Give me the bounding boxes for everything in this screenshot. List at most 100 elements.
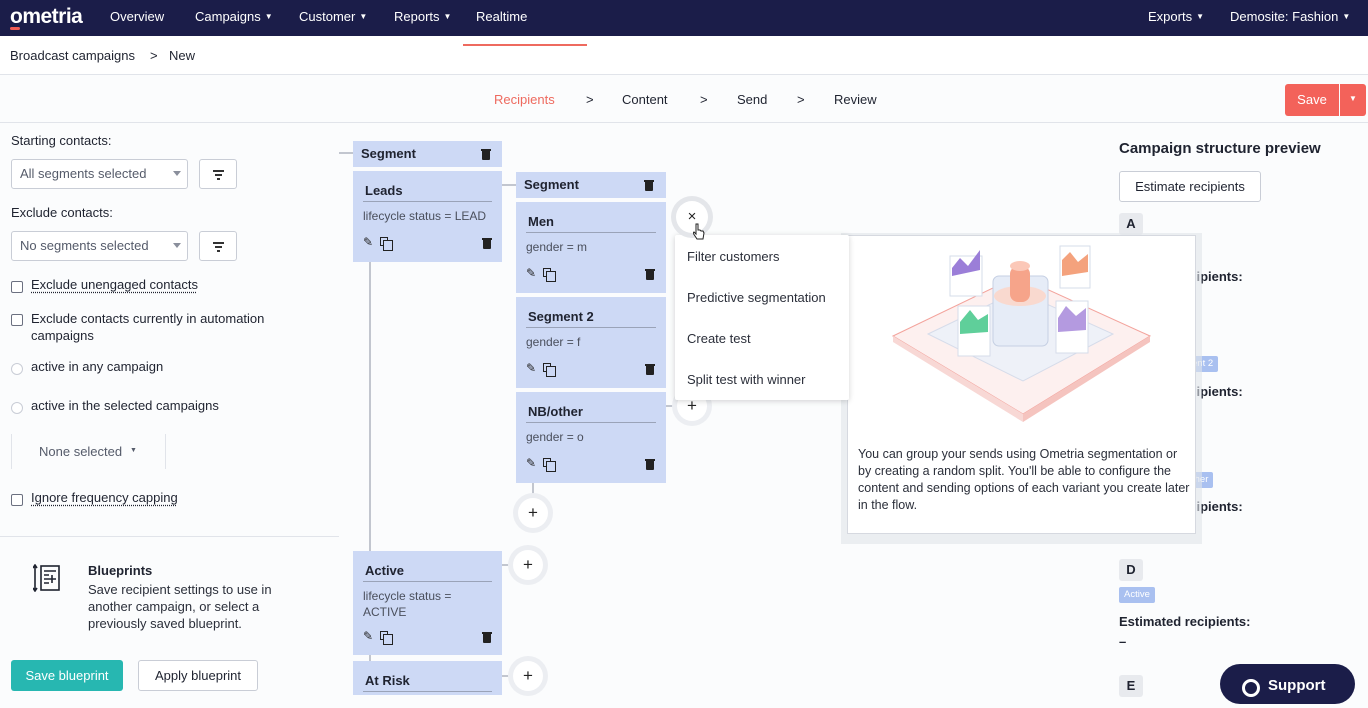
segment-group-header[interactable]: Segment bbox=[516, 172, 666, 198]
exclude-filter-button[interactable] bbox=[199, 231, 237, 261]
pencil-icon[interactable]: ✎ bbox=[526, 266, 536, 280]
step-review[interactable]: Review bbox=[834, 92, 877, 107]
segment-group-header[interactable]: Segment bbox=[353, 141, 502, 167]
trash-icon[interactable] bbox=[482, 632, 492, 643]
pointer-cursor-icon bbox=[692, 223, 705, 241]
nav-exports[interactable]: Exports ▼ bbox=[1148, 0, 1204, 36]
nav-reports-label: Reports bbox=[394, 9, 440, 24]
support-label: Support bbox=[1268, 677, 1326, 694]
trash-icon[interactable] bbox=[481, 149, 491, 160]
breadcrumb: Broadcast campaigns > New bbox=[0, 36, 1368, 75]
breadcrumb-current: New bbox=[169, 48, 196, 63]
starting-contacts-value: All segments selected bbox=[20, 166, 147, 181]
copy-icon[interactable] bbox=[380, 237, 393, 251]
segment-card-active[interactable]: Active lifecycle status = ACTIVE ✎ bbox=[353, 551, 502, 655]
campaign-structure-preview-title: Campaign structure preview bbox=[1119, 140, 1321, 157]
add-branch-button[interactable]: + bbox=[513, 661, 543, 691]
segment-name: At Risk bbox=[363, 661, 492, 692]
menu-item-split-test-with-winner[interactable]: Split test with winner bbox=[687, 372, 806, 387]
segment-name: Leads bbox=[363, 171, 492, 202]
active-any-radio[interactable] bbox=[11, 363, 23, 375]
caret-down-icon: ▼ bbox=[130, 447, 137, 454]
step-content[interactable]: Content bbox=[622, 92, 668, 107]
exclude-contacts-value: No segments selected bbox=[20, 238, 149, 253]
step-send[interactable]: Send bbox=[737, 92, 767, 107]
trash-icon[interactable] bbox=[645, 269, 655, 280]
menu-item-create-test[interactable]: Create test bbox=[687, 331, 751, 346]
variant-a-badge: A bbox=[1119, 213, 1143, 235]
exclude-automation-checkbox[interactable] bbox=[11, 314, 23, 326]
save-blueprint-button[interactable]: Save blueprint bbox=[11, 660, 123, 691]
pencil-icon[interactable]: ✎ bbox=[526, 456, 536, 470]
active-any-label[interactable]: active in any campaign bbox=[31, 359, 163, 374]
connector-line bbox=[502, 675, 513, 677]
copy-icon[interactable] bbox=[380, 631, 393, 645]
add-branch-menu: Filter customers Predictive segmentation… bbox=[675, 235, 849, 400]
ometria-logo[interactable]: ometria bbox=[10, 5, 83, 30]
step-recipients[interactable]: Recipients bbox=[494, 92, 555, 107]
add-branch-button[interactable]: + bbox=[518, 498, 548, 528]
apply-blueprint-button[interactable]: Apply blueprint bbox=[138, 660, 258, 691]
nav-overview[interactable]: Overview bbox=[110, 0, 164, 36]
nav-campaigns[interactable]: Campaigns ▼ bbox=[195, 0, 273, 36]
copy-icon[interactable] bbox=[543, 458, 556, 472]
nav-customer[interactable]: Customer ▼ bbox=[299, 0, 367, 36]
nav-realtime[interactable]: Realtime bbox=[476, 0, 527, 36]
trash-icon[interactable] bbox=[645, 459, 655, 470]
exclude-contacts-select[interactable]: No segments selected bbox=[11, 231, 188, 261]
ignore-frequency-checkbox[interactable] bbox=[11, 494, 23, 506]
copy-icon[interactable] bbox=[543, 363, 556, 377]
caret-down-icon: ▼ bbox=[443, 12, 452, 21]
nav-customer-label: Customer bbox=[299, 9, 356, 24]
trash-icon[interactable] bbox=[645, 364, 655, 375]
add-branch-button[interactable]: + bbox=[513, 550, 543, 580]
pencil-icon[interactable]: ✎ bbox=[363, 629, 373, 643]
segment-rule: gender = o bbox=[526, 430, 584, 444]
caret-down-icon: ▼ bbox=[1196, 12, 1204, 21]
nav-reports[interactable]: Reports ▼ bbox=[394, 0, 451, 36]
estimated-recipients-value: – bbox=[1119, 634, 1127, 649]
segmentation-illustration bbox=[888, 236, 1158, 436]
nav-demosite[interactable]: Demosite: Fashion ▼ bbox=[1230, 0, 1350, 36]
save-button[interactable]: Save bbox=[1285, 84, 1339, 116]
segment-card-leads[interactable]: Leads lifecycle status = LEAD ✎ bbox=[353, 171, 502, 262]
exclude-unengaged-checkbox[interactable] bbox=[11, 281, 23, 293]
segment-name: Segment 2 bbox=[526, 297, 656, 328]
starting-contacts-select[interactable]: All segments selected bbox=[11, 159, 188, 189]
segment-name: Active bbox=[363, 551, 492, 582]
menu-item-filter-customers[interactable]: Filter customers bbox=[687, 249, 779, 264]
pencil-icon[interactable]: ✎ bbox=[526, 361, 536, 375]
breadcrumb-separator: > bbox=[150, 48, 158, 63]
top-nav: ometria Overview Campaigns ▼ Customer ▼ Re… bbox=[0, 0, 1368, 36]
active-step-underline bbox=[463, 44, 587, 46]
active-selected-radio[interactable] bbox=[11, 402, 23, 414]
ignore-frequency-label[interactable]: Ignore frequency capping bbox=[31, 490, 178, 505]
segment-group-title: Segment bbox=[524, 177, 579, 192]
segment-rule: lifecycle status = ACTIVE bbox=[363, 589, 452, 619]
step-separator: > bbox=[700, 92, 708, 107]
campaign-multiselect[interactable]: None selected ▼ bbox=[11, 434, 166, 469]
estimated-recipients-label: Estimated recipients: bbox=[1119, 614, 1251, 629]
copy-icon[interactable] bbox=[543, 268, 556, 282]
info-card: You can group your sends using Ometria s… bbox=[847, 235, 1196, 534]
segment-card-nb-other[interactable]: NB/other gender = o ✎ bbox=[516, 392, 666, 483]
save-dropdown-button[interactable]: ▼ bbox=[1340, 84, 1366, 116]
breadcrumb-broadcast-campaigns[interactable]: Broadcast campaigns bbox=[10, 48, 135, 63]
blueprints-description: Save recipient settings to use in anothe… bbox=[88, 582, 272, 631]
exclude-unengaged-label[interactable]: Exclude unengaged contacts bbox=[31, 277, 198, 292]
active-selected-label[interactable]: active in the selected campaigns bbox=[31, 398, 219, 413]
segment-card-segment-2[interactable]: Segment 2 gender = f ✎ bbox=[516, 297, 666, 388]
support-button[interactable]: Support bbox=[1220, 664, 1355, 704]
trash-icon[interactable] bbox=[644, 180, 654, 191]
exclude-automation-label[interactable]: Exclude contacts currently in automation… bbox=[31, 310, 301, 344]
estimate-recipients-button[interactable]: Estimate recipients bbox=[1119, 171, 1261, 202]
segment-card-at-risk[interactable]: At Risk bbox=[353, 661, 502, 695]
pencil-icon[interactable]: ✎ bbox=[363, 235, 373, 249]
segment-rule: lifecycle status = LEAD bbox=[363, 209, 487, 223]
connector-line bbox=[502, 184, 517, 186]
caret-down-icon: ▼ bbox=[264, 12, 273, 21]
segment-card-men[interactable]: Men gender = m ✎ bbox=[516, 202, 666, 293]
starting-filter-button[interactable] bbox=[199, 159, 237, 189]
trash-icon[interactable] bbox=[482, 238, 492, 249]
menu-item-predictive-segmentation[interactable]: Predictive segmentation bbox=[687, 290, 826, 305]
